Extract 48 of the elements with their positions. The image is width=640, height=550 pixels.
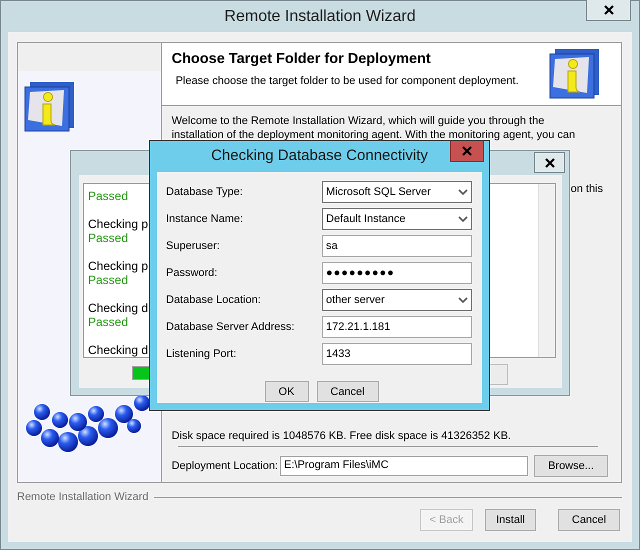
wizard-button[interactable]: Cancel	[558, 509, 620, 531]
browse-button[interactable]: Browse...	[534, 455, 608, 477]
info-icon	[24, 80, 76, 132]
field-label: Database Server Address:	[166, 320, 296, 332]
close-button[interactable]	[534, 152, 565, 173]
close-icon	[462, 146, 472, 156]
window-title: Remote Installation Wizard	[224, 8, 416, 26]
close-icon	[544, 158, 554, 168]
status-text: Passed	[88, 231, 128, 245]
location-label: Deployment Location:	[172, 460, 278, 472]
dialog-button[interactable]: Cancel	[316, 381, 378, 402]
scrollbar[interactable]	[538, 184, 555, 357]
field-label: Password:	[166, 266, 218, 278]
status-text: Passed	[88, 189, 128, 203]
intro-text: on this	[570, 183, 604, 195]
password-field[interactable]: ●●●●●●●●●	[322, 262, 472, 284]
status-text: Passed	[88, 315, 128, 329]
disk-space-text: Disk space required is 1048576 KB. Free disk space is 41326352 KB.	[172, 430, 512, 442]
field-label: Listening Port:	[166, 348, 238, 360]
field-label: Superuser:	[166, 240, 221, 252]
dropdown[interactable]: Microsoft SQL Server	[322, 180, 472, 202]
caret-icon	[458, 214, 468, 222]
dropdown[interactable]: Default Instance	[322, 208, 472, 230]
step-text: Checking d	[88, 301, 148, 315]
caret-icon	[458, 188, 468, 196]
caret-icon	[458, 296, 468, 304]
dialog-button[interactable]: OK	[264, 381, 308, 402]
input-field[interactable]: 172.21.1.181	[322, 316, 472, 338]
close-icon	[604, 5, 614, 15]
wizard-button[interactable]: Install	[485, 509, 536, 531]
info-icon	[549, 47, 601, 99]
step-text: Checking p	[88, 217, 148, 231]
page-title: Choose Target Folder for Deployment	[172, 51, 432, 67]
step-text: Checking p	[88, 259, 148, 273]
group-label: Remote Installation Wizard	[17, 491, 148, 503]
status-text: Passed	[88, 273, 128, 287]
intro-text: Welcome to the Remote Installation Wizard, which will guide you through the installation of the deployment monitoring agent. With the monitoring agent, you can	[172, 114, 576, 142]
field-label: Database Type:	[166, 186, 244, 198]
input-field[interactable]: 1433	[322, 342, 472, 364]
location-field[interactable]: E:\Program Files\iMC	[280, 456, 528, 476]
page-subtitle: Please choose the target folder to be used for component deployment.	[176, 75, 519, 87]
input-field[interactable]: sa	[322, 234, 472, 256]
step-text: Checking d	[88, 343, 148, 357]
field-label: Instance Name:	[166, 212, 244, 224]
dialog-title: Checking Database Connectivity	[210, 147, 429, 164]
close-button[interactable]	[586, 0, 631, 21]
dropdown[interactable]: other server	[322, 288, 472, 310]
field-label: Database Location:	[166, 294, 262, 306]
